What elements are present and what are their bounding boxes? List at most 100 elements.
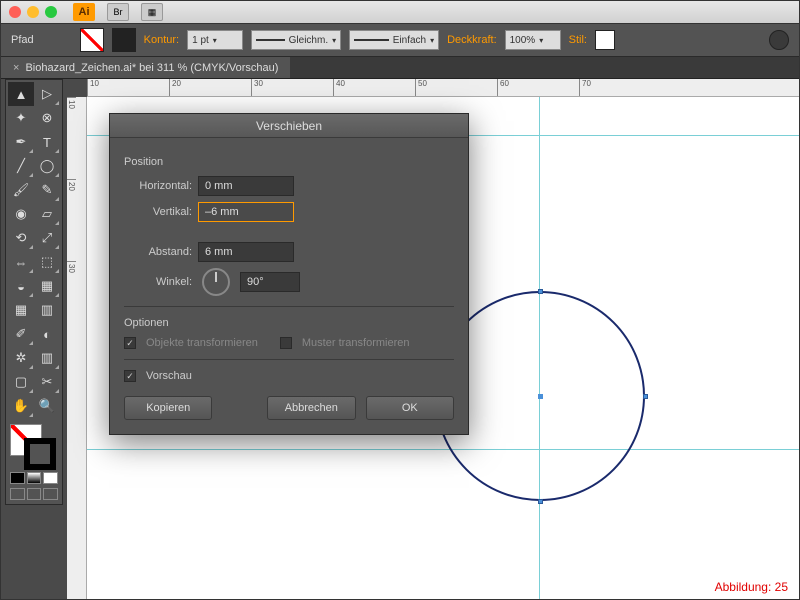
- preview-label: Vorschau: [146, 370, 192, 382]
- app-logo-icon: Ai: [73, 3, 95, 21]
- horizontal-input[interactable]: 0 mm: [198, 176, 294, 196]
- perspective-tool[interactable]: ▦: [34, 274, 60, 298]
- vertical-label: Vertikal:: [124, 206, 192, 218]
- transform-objects-checkbox[interactable]: [124, 337, 136, 349]
- draw-inside-button[interactable]: [43, 488, 58, 500]
- slice-tool[interactable]: ✂: [34, 370, 60, 394]
- line-tool[interactable]: ╱: [8, 154, 34, 178]
- ruler-tick: 70: [579, 79, 661, 96]
- hand-tool[interactable]: ✋: [8, 394, 34, 418]
- color-mode-row: [8, 470, 60, 486]
- eraser-tool[interactable]: ▱: [34, 202, 60, 226]
- angle-dial-icon[interactable]: [202, 268, 230, 296]
- document-name: Biohazard_Zeichen.ai* bei 311 % (CMYK/Vo…: [25, 62, 278, 74]
- pencil-tool[interactable]: ✎: [34, 178, 60, 202]
- anchor-point[interactable]: [643, 394, 648, 399]
- transform-patterns-label: Muster transformieren: [302, 337, 410, 349]
- zoom-tool[interactable]: 🔍: [34, 394, 60, 418]
- anchor-point[interactable]: [538, 499, 543, 504]
- maximize-icon[interactable]: [45, 6, 57, 18]
- ruler-tick: 30: [251, 79, 333, 96]
- stroke-indicator-icon[interactable]: [24, 438, 56, 470]
- lasso-tool[interactable]: ⊗: [34, 106, 60, 130]
- transform-objects-label: Objekte transformieren: [146, 337, 258, 349]
- angle-input[interactable]: 90°: [240, 272, 300, 292]
- ok-button[interactable]: OK: [366, 396, 454, 420]
- transform-patterns-checkbox[interactable]: [280, 337, 292, 349]
- ruler-tick: 50: [415, 79, 497, 96]
- document-tabs: × Biohazard_Zeichen.ai* bei 311 % (CMYK/…: [1, 57, 799, 79]
- rotate-tool[interactable]: ⟲: [8, 226, 34, 250]
- guide-horizontal[interactable]: [87, 449, 799, 450]
- close-tab-icon[interactable]: ×: [13, 62, 19, 74]
- minimize-icon[interactable]: [27, 6, 39, 18]
- stroke-label: Kontur:: [144, 34, 179, 46]
- blob-brush-tool[interactable]: ◉: [8, 202, 34, 226]
- control-bar: Pfad Kontur: 1 pt▾ Gleichm.▾ Einfach▾ De…: [1, 23, 799, 57]
- bridge-button[interactable]: Br: [107, 3, 129, 21]
- direct-selection-tool[interactable]: ▷: [34, 82, 60, 106]
- ellipse-tool[interactable]: ◯: [34, 154, 60, 178]
- recolor-button[interactable]: [769, 30, 789, 50]
- distance-input[interactable]: 6 mm: [198, 242, 294, 262]
- document-tab[interactable]: × Biohazard_Zeichen.ai* bei 311 % (CMYK/…: [1, 57, 290, 78]
- eyedropper-tool[interactable]: ✐: [8, 322, 34, 346]
- distance-label: Abstand:: [124, 246, 192, 258]
- pen-tool[interactable]: ✒: [8, 130, 34, 154]
- ruler-tick: 20: [169, 79, 251, 96]
- position-section-label: Position: [124, 156, 454, 168]
- cancel-button[interactable]: Abbrechen: [267, 396, 355, 420]
- vertical-ruler[interactable]: 10 20 30: [67, 97, 87, 599]
- width-tool[interactable]: ⇔: [8, 250, 34, 274]
- fill-stroke-indicator[interactable]: [8, 422, 62, 466]
- opacity-label: Deckkraft:: [447, 34, 497, 46]
- gradient-tool[interactable]: ▥: [34, 298, 60, 322]
- symbol-sprayer-tool[interactable]: ✲: [8, 346, 34, 370]
- scale-tool[interactable]: ⤢: [34, 226, 60, 250]
- preview-checkbox[interactable]: [124, 370, 136, 382]
- none-mode-button[interactable]: [43, 472, 58, 484]
- stroke-swatch[interactable]: [112, 28, 136, 52]
- center-point[interactable]: [538, 394, 543, 399]
- ruler-tick: 20: [67, 179, 76, 261]
- figure-caption: Abbildung: 25: [715, 580, 788, 594]
- dialog-title: Verschieben: [110, 114, 468, 138]
- fill-swatch[interactable]: [80, 28, 104, 52]
- ruler-tick: 60: [497, 79, 579, 96]
- ruler-tick: 10: [87, 79, 169, 96]
- draw-normal-button[interactable]: [10, 488, 25, 500]
- anchor-point[interactable]: [538, 289, 543, 294]
- ruler-tick: 10: [67, 97, 76, 179]
- draw-behind-button[interactable]: [27, 488, 42, 500]
- options-section-label: Optionen: [124, 317, 454, 329]
- magic-wand-tool[interactable]: ✦: [8, 106, 34, 130]
- graph-tool[interactable]: ▥: [34, 346, 60, 370]
- horizontal-label: Horizontal:: [124, 180, 192, 192]
- brush-dropdown[interactable]: Einfach▾: [349, 30, 439, 50]
- opacity-dropdown[interactable]: 100%▾: [505, 30, 561, 50]
- color-mode-button[interactable]: [10, 472, 25, 484]
- angle-label: Winkel:: [124, 276, 192, 288]
- draw-mode-row: [8, 486, 60, 502]
- style-swatch[interactable]: [595, 30, 615, 50]
- type-tool[interactable]: T: [34, 130, 60, 154]
- brush-tool[interactable]: 🖌: [8, 178, 34, 202]
- stroke-profile-dropdown[interactable]: Gleichm.▾: [251, 30, 341, 50]
- stroke-weight-dropdown[interactable]: 1 pt▾: [187, 30, 243, 50]
- shape-builder-tool[interactable]: ◒: [8, 274, 34, 298]
- selection-tool[interactable]: ▲: [8, 82, 34, 106]
- arrange-button[interactable]: ▦: [141, 3, 163, 21]
- mac-titlebar: Ai Br ▦: [1, 1, 799, 23]
- mesh-tool[interactable]: ▦: [8, 298, 34, 322]
- vertical-input[interactable]: –6 mm: [198, 202, 294, 222]
- app-window: Ai Br ▦ Pfad Kontur: 1 pt▾ Gleichm.▾ Ein…: [0, 0, 800, 600]
- copy-button[interactable]: Kopieren: [124, 396, 212, 420]
- free-transform-tool[interactable]: ⬚: [34, 250, 60, 274]
- move-dialog: Verschieben Position Horizontal: 0 mm Ve…: [109, 113, 469, 435]
- blend-tool[interactable]: ◐: [34, 322, 60, 346]
- close-icon[interactable]: [9, 6, 21, 18]
- ruler-tick: 40: [333, 79, 415, 96]
- artboard-tool[interactable]: ▢: [8, 370, 34, 394]
- gradient-mode-button[interactable]: [27, 472, 42, 484]
- horizontal-ruler[interactable]: 10 20 30 40 50 60 70: [87, 79, 799, 97]
